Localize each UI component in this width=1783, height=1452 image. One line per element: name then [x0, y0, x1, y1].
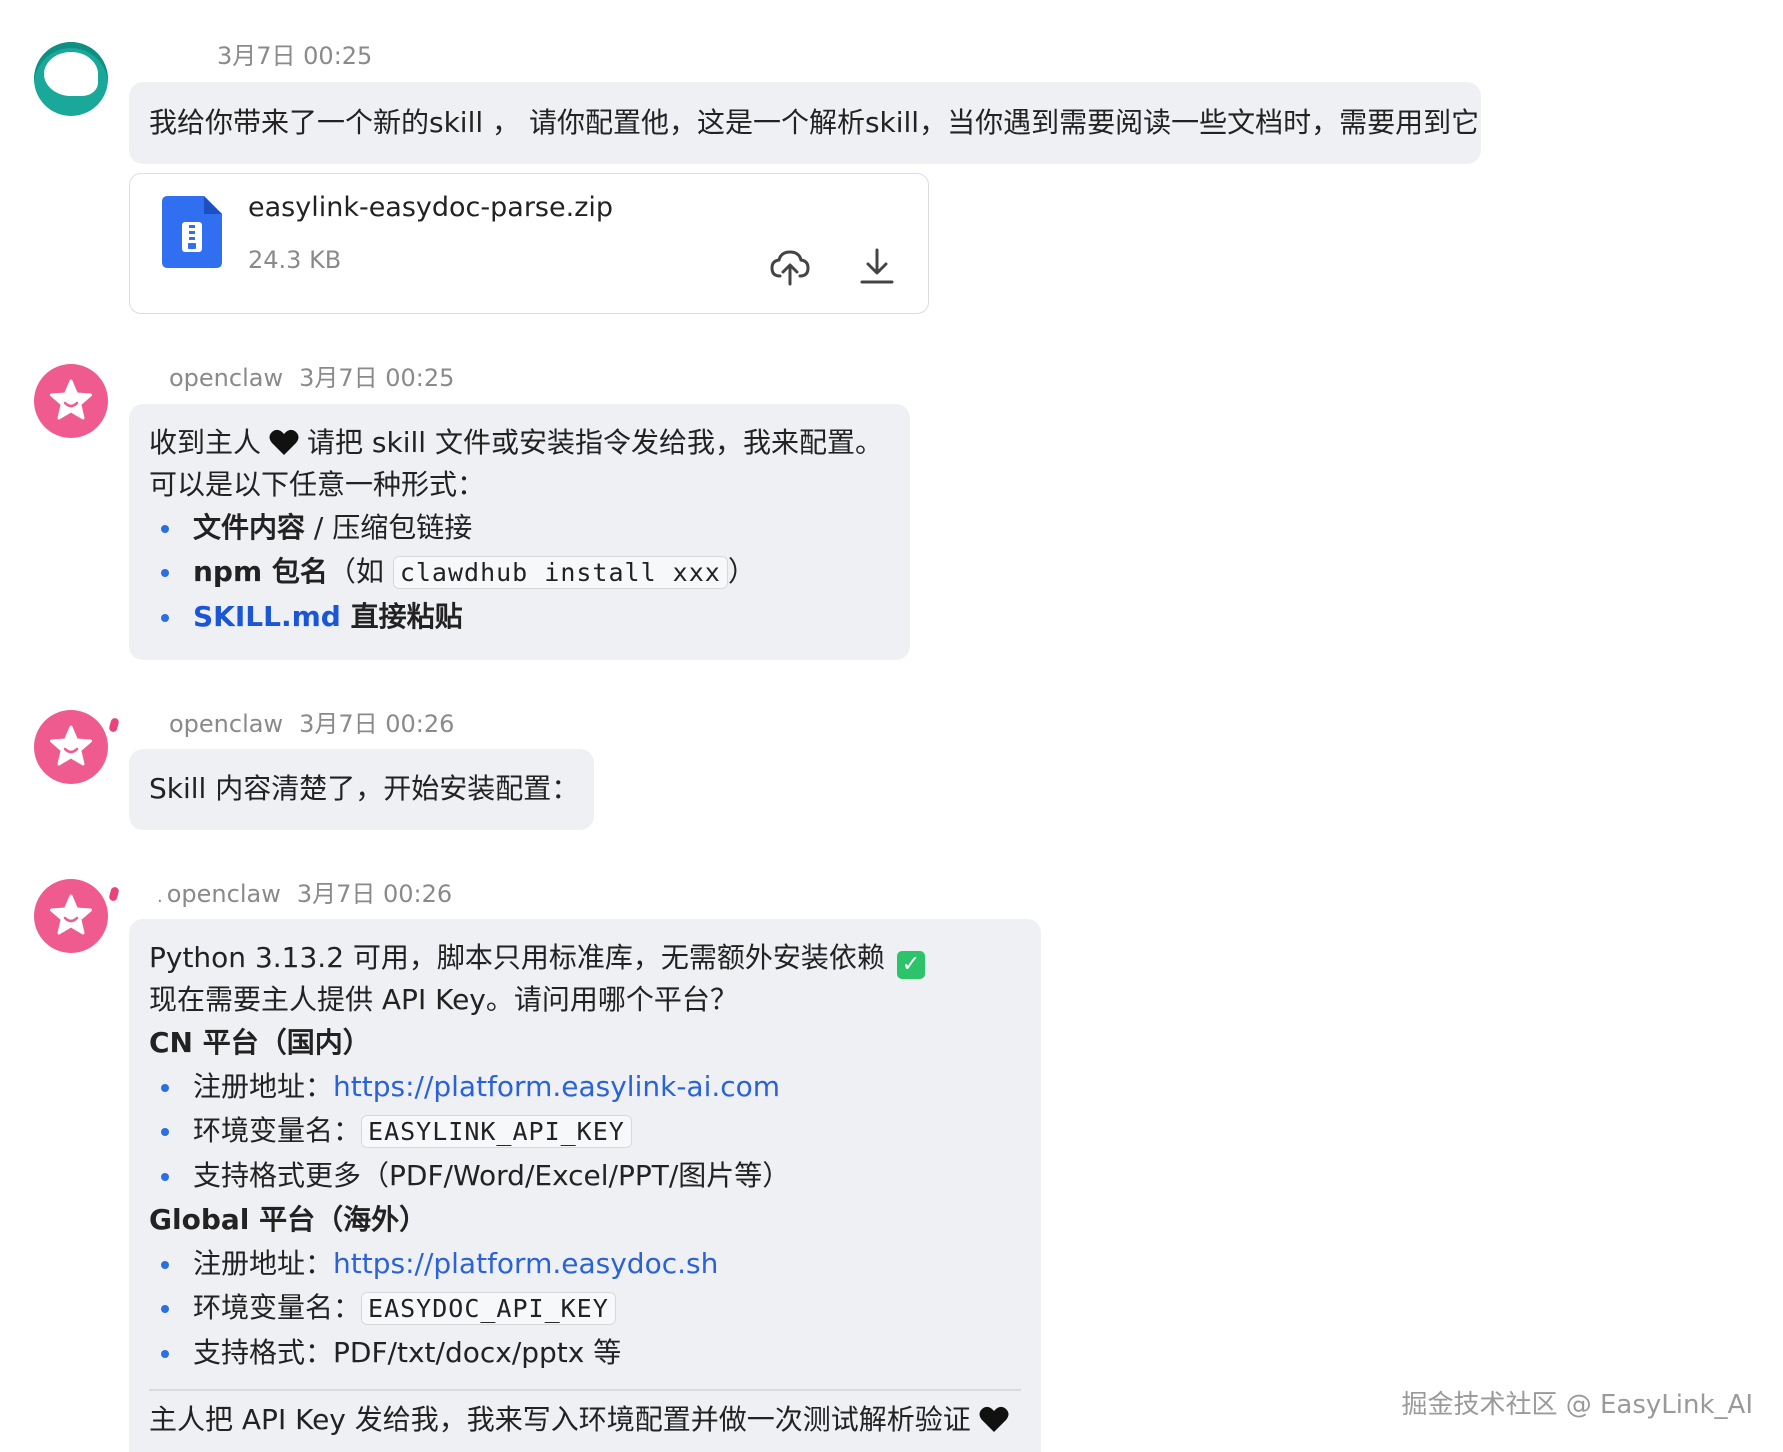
message-time: 3月7日 00:26: [296, 880, 453, 908]
cn-platform-list: 注册地址：https://platform.easylink-ai.com 环境…: [149, 1065, 1021, 1198]
item-strong: 直接粘贴: [340, 600, 463, 633]
list-item: 注册地址：https://platform.easylink-ai.com: [149, 1065, 1021, 1109]
divider: [149, 1389, 1021, 1391]
item-text: / 压缩包链接: [305, 511, 473, 544]
star-face-icon: [50, 894, 92, 935]
message-line: 收到主人 请把 skill 文件或安装指令发给我，我来配置。: [149, 422, 890, 464]
cloud-upload-icon[interactable]: [768, 244, 812, 288]
message-text: 主人把 API Key 发给我，我来写入环境配置并做一次测试解析验证: [149, 1403, 971, 1436]
message-bubble: Skill 内容清楚了，开始安装配置：: [129, 749, 594, 830]
message-bubble: Python 3.13.2 可用，脚本只用标准库，无需额外安装依赖 ✓ 现在需要主…: [129, 919, 1041, 1452]
inline-code: clawdhub install xxx: [392, 556, 728, 589]
notification-mark: [108, 886, 120, 902]
message-text: 请把 skill 文件或安装指令发给我，我来配置。: [307, 426, 883, 459]
message-text: 我给你带来了一个新的skill ， 请你配置他，这是一个解析skill，当你遇到…: [149, 106, 1480, 139]
item-text: 支持格式：PDF/txt/docx/pptx 等: [193, 1336, 622, 1369]
list-item: 注册地址：https://platform.easydoc.sh: [149, 1242, 1021, 1286]
sender-name: openclaw: [166, 880, 281, 908]
watermark: 掘金技术社区 @ EasyLink_AI: [1401, 1390, 1753, 1420]
list-item: 支持格式更多（PDF/Word/Excel/PPT/图片等）: [149, 1154, 1021, 1198]
message-meta: openclaw 3月7日 00:26: [169, 704, 454, 739]
item-text: ）: [727, 555, 756, 588]
file-name: easylink-easydoc-parse.zip: [248, 192, 614, 223]
message-text: Skill 内容清楚了，开始安装配置：: [149, 772, 580, 805]
item-label: 环境变量名：: [193, 1291, 362, 1324]
item-text: （如: [327, 555, 393, 588]
message-meta: 3月7日 00:25: [217, 36, 372, 71]
option-list: 文件内容 / 压缩包链接 npm 包名（如 clawdhub install x…: [149, 506, 890, 639]
item-text: 支持格式更多（PDF/Word/Excel/PPT/图片等）: [193, 1159, 791, 1192]
message-time: 3月7日 00:26: [299, 710, 455, 738]
inline-code: EASYDOC_API_KEY: [361, 1292, 616, 1325]
message-bubble: 收到主人 请把 skill 文件或安装指令发给我，我来配置。 可以是以下任意一种形…: [129, 404, 910, 660]
message-time: 3月7日 00:25: [217, 42, 373, 70]
message-line: 主人把 API Key 发给我，我来写入环境配置并做一次测试解析验证: [149, 1399, 1021, 1441]
list-item: 支持格式：PDF/txt/docx/pptx 等: [149, 1331, 1021, 1375]
message-text: 可以是以下任意一种形式：: [149, 468, 486, 501]
sender-name: openclaw: [169, 710, 284, 738]
section-heading: Global 平台（海外）: [149, 1203, 428, 1236]
list-item: npm 包名（如 clawdhub install xxx）: [149, 550, 890, 595]
file-size: 24.3 KB: [248, 246, 342, 274]
item-label: 注册地址：: [193, 1070, 334, 1103]
list-item: SKILL.md 直接粘贴: [149, 595, 890, 639]
notification-mark: [108, 717, 120, 733]
list-item: 文件内容 / 压缩包链接: [149, 506, 890, 550]
chat-page: 3月7日 00:25 我给你带来了一个新的skill ， 请你配置他，这是一个解…: [0, 0, 1783, 1452]
bot-avatar[interactable]: [34, 879, 108, 953]
user-avatar[interactable]: [34, 42, 108, 116]
sender-name: openclaw: [169, 364, 284, 392]
star-face-icon: [50, 725, 92, 766]
section-heading: CN 平台（国内）: [149, 1026, 371, 1059]
global-platform-list: 注册地址：https://platform.easydoc.sh 环境变量名： E…: [149, 1242, 1021, 1375]
black-heart-icon: [979, 1406, 1009, 1432]
item-blue-strong: SKILL.md: [193, 600, 341, 633]
item-strong: npm 包名: [193, 555, 328, 588]
message-text: Python 3.13.2 可用，脚本只用标准库，无需额外安装依赖: [149, 941, 885, 974]
message-meta: . openclaw 3月7日 00:26: [157, 874, 452, 909]
download-icon[interactable]: [855, 244, 899, 288]
star-face-icon: [50, 379, 92, 420]
register-link[interactable]: https://platform.easydoc.sh: [333, 1247, 718, 1280]
message-line: Python 3.13.2 可用，脚本只用标准库，无需额外安装依赖 ✓: [149, 937, 1021, 979]
list-item: 环境变量名： EASYLINK_API_KEY: [149, 1109, 1021, 1154]
message-time: 3月7日 00:25: [299, 364, 455, 392]
black-heart-icon: [269, 429, 299, 455]
message-text: 现在需要主人提供 API Key。请问用哪个平台？: [149, 983, 738, 1016]
message-bubble: 我给你带来了一个新的skill ， 请你配置他，这是一个解析skill，当你遇到…: [129, 82, 1481, 164]
zip-file-icon: [162, 196, 222, 268]
message-meta: openclaw 3月7日 00:25: [169, 358, 454, 393]
bot-avatar[interactable]: [34, 364, 108, 438]
inline-code: EASYLINK_API_KEY: [361, 1115, 632, 1148]
message-text: 收到主人: [149, 426, 262, 459]
item-strong: 文件内容: [193, 511, 306, 544]
bot-avatar[interactable]: [34, 710, 108, 784]
check-mark-icon: ✓: [896, 951, 925, 979]
meta-prefix: .: [157, 886, 163, 907]
register-link[interactable]: https://platform.easylink-ai.com: [333, 1070, 780, 1103]
list-item: 环境变量名： EASYDOC_API_KEY: [149, 1286, 1021, 1331]
item-label: 注册地址：: [193, 1247, 334, 1280]
item-label: 环境变量名：: [193, 1114, 362, 1147]
file-attachment-card[interactable]: easylink-easydoc-parse.zip 24.3 KB: [129, 173, 929, 314]
